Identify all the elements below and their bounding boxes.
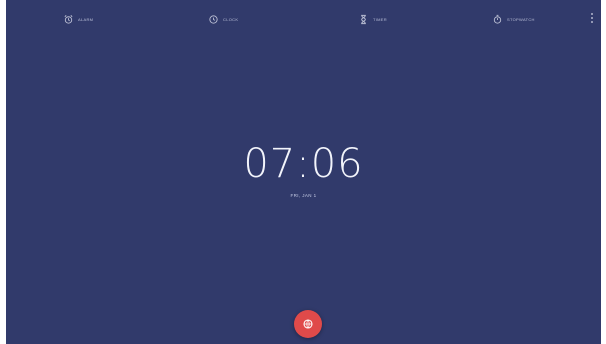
clock-app-window: Alarm Clock Timer Stopwatch 07:06 <box>6 0 601 344</box>
alarm-icon <box>64 14 73 24</box>
tab-bar: Alarm Clock Timer Stopwatch <box>6 0 601 36</box>
world-clock-button[interactable] <box>294 310 322 338</box>
world-clock-icon <box>303 319 313 329</box>
clock-date: Fri, Jan 1 <box>290 193 317 198</box>
tab-stopwatch-label: Stopwatch <box>507 16 535 22</box>
hourglass-icon <box>361 14 366 24</box>
tab-timer[interactable]: Timer <box>358 12 387 26</box>
tab-clock-label: Clock <box>223 16 239 22</box>
clock-time: 07:06 <box>243 141 364 187</box>
tab-stopwatch[interactable]: Stopwatch <box>492 12 535 26</box>
stopwatch-icon <box>493 14 502 24</box>
tab-timer-label: Timer <box>373 16 387 22</box>
clock-icon <box>209 14 218 24</box>
tab-clock[interactable]: Clock <box>208 12 238 26</box>
more-vert-icon[interactable] <box>589 11 595 25</box>
tab-alarm-label: Alarm <box>78 16 94 22</box>
tab-alarm[interactable]: Alarm <box>63 12 93 26</box>
